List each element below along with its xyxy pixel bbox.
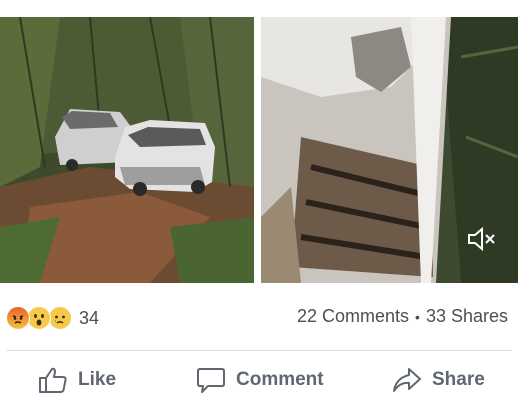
sad-reaction-icon xyxy=(48,306,72,330)
angry-reaction-icon xyxy=(6,306,30,330)
comments-shares-summary: 22 Comments • 33 Shares xyxy=(297,306,508,327)
shares-count-link[interactable]: 33 Shares xyxy=(426,306,508,327)
thumbs-up-icon xyxy=(38,366,68,394)
photo-burned-cars-wide[interactable] xyxy=(0,17,254,283)
share-label: Share xyxy=(432,369,485,390)
comment-button[interactable]: Comment xyxy=(196,360,324,400)
share-arrow-icon xyxy=(392,366,422,394)
speaker-muted-icon[interactable] xyxy=(467,226,497,252)
comments-count-link[interactable]: 22 Comments xyxy=(297,306,409,327)
share-button[interactable]: Share xyxy=(392,360,485,400)
speech-bubble-icon xyxy=(196,366,226,394)
comment-label: Comment xyxy=(236,369,324,390)
reaction-summary[interactable]: 34 xyxy=(6,306,99,330)
action-bar-divider xyxy=(6,350,512,351)
wow-reaction-icon xyxy=(27,306,51,330)
post-action-bar: Like Comment Share xyxy=(0,360,518,400)
reaction-count: 34 xyxy=(79,307,100,328)
like-button[interactable]: Like xyxy=(38,360,116,400)
separator-dot: • xyxy=(415,308,420,325)
like-label: Like xyxy=(78,369,117,390)
post-photo-grid xyxy=(0,0,518,283)
